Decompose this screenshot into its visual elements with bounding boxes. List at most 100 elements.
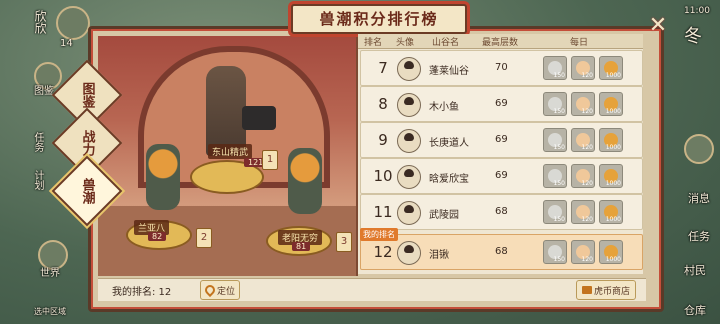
hud-label-select-area[interactable]: 选中区域 [34, 306, 66, 317]
location-pin-icon [202, 282, 218, 298]
table-header: 排名 头像 山谷名 最高层数 每日 [358, 34, 643, 49]
player-level: 14 [60, 38, 73, 49]
reward-silver[interactable]: 150 [543, 56, 567, 80]
row-rank: 10 [373, 167, 393, 185]
row-valley-name: 长庚道人 [429, 138, 469, 149]
hud-label-mission[interactable]: 任务 [688, 228, 710, 244]
my-rank-text: 我的排名: 12 [112, 287, 172, 298]
reward-coin-count: 1000 [605, 216, 621, 223]
reward-coin-count: 1000 [605, 108, 621, 115]
reward-coin[interactable]: 1000 [599, 164, 623, 188]
reward-silver-count: 150 [553, 256, 565, 263]
row-valley-name: 晗爱欣宝 [429, 174, 469, 185]
reward-fruit[interactable]: 120 [571, 200, 595, 224]
row-max-floor: 68 [495, 206, 508, 217]
message-icon[interactable] [684, 134, 714, 164]
reward-silver-count: 150 [553, 144, 565, 151]
reward-fruit[interactable]: 120 [571, 92, 595, 116]
hud-label-message[interactable]: 消息 [688, 190, 710, 206]
reward-coin-count: 1000 [605, 180, 621, 187]
reward-silver[interactable]: 150 [543, 240, 567, 264]
avatar[interactable] [56, 6, 90, 40]
hero-level-third: 81 [292, 242, 311, 251]
row-rank: 11 [373, 203, 393, 221]
reward-fruit-count: 120 [581, 108, 593, 115]
row-rank: 8 [378, 95, 388, 113]
row-max-floor: 69 [495, 170, 508, 181]
reward-coin-count: 1000 [605, 72, 621, 79]
reward-silver[interactable]: 150 [543, 128, 567, 152]
hammer-weapon [242, 106, 276, 130]
table-row[interactable]: 11 武陵园 68 150 120 1000 [360, 194, 643, 230]
row-rank: 7 [378, 59, 388, 77]
reward-fruit[interactable]: 120 [571, 128, 595, 152]
rank-badge-third: 3 [336, 232, 352, 252]
row-valley-name: 武陵园 [429, 210, 459, 221]
hud-label-world: 世界 [40, 268, 60, 279]
right-hud: 11:00 冬 消息 任务 村民 仓库 [660, 0, 720, 324]
shop-icon [581, 286, 592, 294]
shop-button-label: 虎币商店 [593, 286, 630, 297]
reward-fruit-count: 120 [581, 144, 593, 151]
player-name: 欣欣 [33, 10, 47, 34]
hud-label-plan[interactable]: 计划 [30, 170, 45, 190]
reward-coin[interactable]: 1000 [599, 240, 623, 264]
row-valley-name: 泪锹 [429, 250, 449, 261]
header-avatar: 头像 [396, 38, 415, 48]
table-row[interactable]: 10 晗爱欣宝 69 150 120 1000 [360, 158, 643, 194]
avatar [397, 57, 421, 81]
row-max-floor: 68 [495, 246, 508, 257]
table-row[interactable]: 9 长庚道人 69 150 120 1000 [360, 122, 643, 158]
close-icon[interactable]: ✕ [648, 15, 668, 37]
reward-silver-count: 150 [553, 72, 565, 79]
hero-second [146, 144, 180, 210]
rank-badge-second: 2 [196, 228, 212, 248]
reward-fruit-count: 120 [581, 180, 593, 187]
season-label: 冬 [684, 26, 702, 47]
reward-coin[interactable]: 1000 [599, 128, 623, 152]
avatar [397, 165, 421, 189]
reward-fruit-count: 120 [581, 256, 593, 263]
panel-footer: 我的排名: 12 定位 虎币商店 [98, 278, 646, 301]
avatar [397, 241, 421, 265]
reward-silver[interactable]: 150 [543, 200, 567, 224]
hero-third [288, 148, 322, 214]
locate-button[interactable]: 定位 [200, 280, 240, 300]
reward-fruit[interactable]: 120 [571, 164, 595, 188]
table-row-me[interactable]: 12 泪锹 68 150 120 1000 [360, 234, 643, 270]
table-row[interactable]: 7 蓬莱仙谷 70 150 120 1000 [360, 50, 643, 86]
row-max-floor: 70 [495, 62, 508, 73]
reward-silver-count: 150 [553, 216, 565, 223]
reward-coin[interactable]: 1000 [599, 200, 623, 224]
reward-silver-count: 150 [553, 180, 565, 187]
reward-fruit[interactable]: 120 [571, 240, 595, 264]
header-rank: 排名 [364, 38, 383, 48]
panel-title-text: 兽潮积分排行榜 [319, 10, 439, 28]
table-row[interactable]: 8 木小鱼 69 150 120 1000 [360, 86, 643, 122]
rank-badge-first: 1 [262, 150, 278, 170]
ranking-table: 排名 头像 山谷名 最高层数 每日 7 蓬莱仙谷 70 150 120 1000… [358, 34, 643, 274]
hero-showcase: 东山精武 121 1 兰亚八 82 2 老阳无穷 81 3 [98, 36, 358, 276]
reward-coin-count: 1000 [605, 256, 621, 263]
row-rank: 12 [373, 243, 393, 261]
row-max-floor: 69 [495, 134, 508, 145]
reward-silver[interactable]: 150 [543, 164, 567, 188]
hero-name-first: 东山精武 [208, 144, 253, 159]
header-daily: 每日 [570, 38, 589, 48]
hud-label-task[interactable]: 任务 [30, 132, 45, 152]
reward-coin[interactable]: 1000 [599, 56, 623, 80]
avatar [397, 201, 421, 225]
row-rank: 9 [378, 131, 388, 149]
reward-silver[interactable]: 150 [543, 92, 567, 116]
tiger-coin-shop-button[interactable]: 虎币商店 [576, 280, 636, 300]
hud-label-villager[interactable]: 村民 [684, 262, 706, 278]
tab-beast-tide-label: 兽潮 [79, 178, 95, 204]
my-rank-tag: 我的排名 [360, 228, 398, 241]
header-max-floor: 最高层数 [482, 38, 519, 48]
reward-fruit-count: 120 [581, 216, 593, 223]
hud-label-warehouse[interactable]: 仓库 [684, 302, 706, 318]
reward-coin[interactable]: 1000 [599, 92, 623, 116]
reward-fruit[interactable]: 120 [571, 56, 595, 80]
clock: 11:00 [684, 6, 710, 16]
hero-level-second: 82 [148, 232, 167, 241]
